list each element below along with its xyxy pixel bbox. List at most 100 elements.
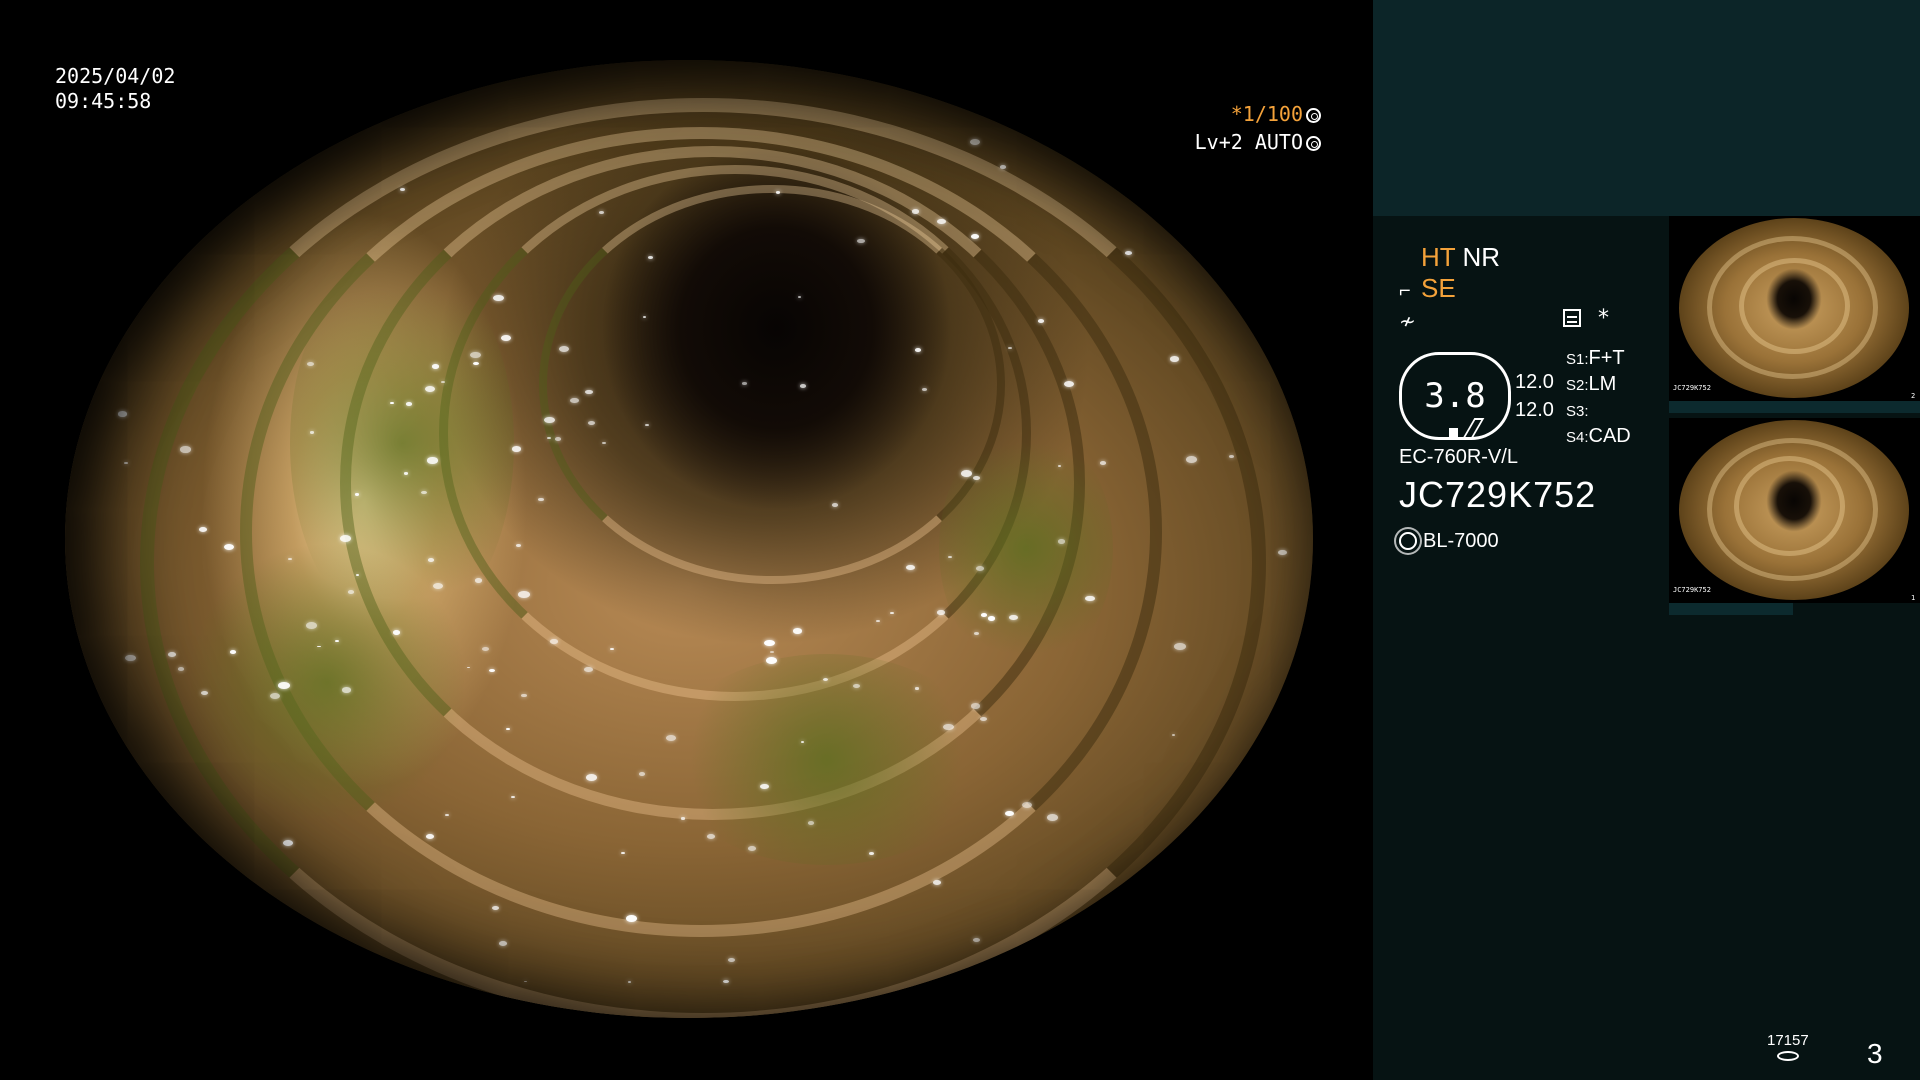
specular-highlight [625, 915, 637, 922]
image-mask-top [0, 0, 1373, 60]
specular-highlight [342, 687, 352, 693]
specular-highlight [620, 851, 626, 855]
specular-highlight [960, 470, 972, 477]
shutter-speed: *1/100 [1230, 102, 1303, 126]
specular-highlight [283, 839, 293, 846]
image-mask-bottom [0, 1018, 1373, 1080]
specular-highlight [512, 446, 522, 452]
specular-highlight [167, 651, 176, 657]
specular-highlight [537, 497, 544, 502]
specular-highlight [868, 851, 874, 855]
specular-highlight [1085, 595, 1095, 602]
specular-highlight [1278, 549, 1287, 555]
thumbnail-image [1679, 218, 1909, 398]
specular-highlight [975, 565, 985, 571]
thumbnail-serial: JC729K752 [1673, 384, 1711, 392]
specular-highlight [1046, 813, 1058, 821]
specular-highlight [229, 650, 236, 654]
switch-row: S4:CAD [1566, 425, 1631, 447]
specular-highlight [482, 646, 489, 651]
time-text: 09:45:58 [55, 89, 152, 113]
gauge-values: 12.0 12.0 [1515, 368, 1554, 424]
exposure-readout: *1/100 Lv+2 AUTO [1061, 100, 1321, 156]
specular-highlight [521, 693, 527, 698]
specular-highlight [392, 629, 401, 635]
light-source-model: BL-7000 [1423, 530, 1499, 552]
structure-enhance-icon [1563, 309, 1581, 327]
specular-highlight [118, 411, 127, 417]
specular-highlight [198, 527, 207, 532]
specular-highlight [406, 402, 412, 406]
specular-highlight [988, 616, 996, 621]
zoom-gauge: 3.8 [1399, 352, 1511, 440]
specular-highlight [355, 493, 360, 496]
specular-highlight [491, 905, 499, 910]
specular-highlight [1174, 642, 1187, 650]
storage-counter: 17157 [1767, 1032, 1809, 1061]
specular-highlight [742, 382, 747, 385]
specular-highlight [432, 583, 443, 590]
light-source-icon [1399, 532, 1417, 550]
specular-highlight [911, 209, 920, 214]
specular-highlight [427, 457, 438, 464]
zoom-value: 3.8 [1424, 376, 1486, 416]
thumbnail-bar [1669, 401, 1920, 413]
specular-highlight [602, 441, 606, 444]
specular-highlight [764, 639, 775, 646]
specular-highlight [999, 164, 1007, 169]
specular-highlight [937, 610, 945, 615]
specular-highlight [1057, 539, 1065, 544]
storage-count: 17157 [1767, 1032, 1809, 1049]
specular-highlight [473, 361, 479, 365]
capture-thumbnail[interactable]: JC729K752 1 [1669, 418, 1920, 603]
storage-disk-icon [1776, 1051, 1799, 1061]
specular-highlight [792, 627, 803, 634]
specular-highlight [339, 535, 351, 542]
freeze-icon: ≁ [1399, 311, 1416, 333]
specular-highlight [510, 795, 515, 799]
specular-highlight [501, 334, 512, 341]
capture-thumbnail[interactable]: JC729K752 2 [1669, 216, 1920, 401]
page-number: 3 [1867, 1038, 1883, 1069]
mucosal-fold [539, 184, 1005, 584]
specular-highlight [180, 446, 191, 453]
specular-highlight [1125, 250, 1132, 255]
endoscopic-image [65, 60, 1313, 1018]
endoscopy-monitor: 2025/04/02 09:45:58 *1/100 Lv+2 AUTO HT … [0, 0, 1920, 1080]
specular-highlight [305, 622, 317, 629]
mode-nr: NR [1462, 242, 1500, 272]
thumbnail-serial: JC729K752 [1673, 586, 1711, 594]
specular-highlight [969, 138, 980, 145]
specular-highlight [583, 666, 593, 673]
specular-highlight [124, 461, 129, 464]
specular-highlight [1229, 454, 1235, 458]
gauge-value-1: 12.0 [1515, 371, 1554, 393]
specular-highlight [666, 734, 677, 741]
switch-row: S2:LM [1566, 373, 1617, 395]
specular-highlight [610, 647, 614, 650]
date-text: 2025/04/02 [55, 64, 176, 88]
residue-patch [664, 653, 989, 865]
light-source: BL-7000 [1399, 530, 1499, 553]
brightness-level: Lv+2 [1194, 130, 1243, 154]
imaging-modes: HT NR ⌐ SE ≁ [1399, 242, 1500, 335]
structure-settings: * [1563, 306, 1609, 331]
scope-model: EC-760R-V/L [1399, 446, 1518, 468]
info-panel: HT NR ⌐ SE ≁ * 3.8 12.0 12.0 S1:F+T S2:LM [1373, 0, 1920, 1080]
specular-highlight [914, 687, 919, 690]
switch-row: S3: [1566, 403, 1589, 420]
specular-highlight [770, 650, 775, 653]
scope-switch-assignments: S1:F+T S2:LM S3: S4:CAD [1566, 346, 1631, 450]
aperture-icon [1306, 108, 1321, 123]
structure-symbol: * [1598, 306, 1609, 331]
specular-highlight [200, 690, 208, 695]
specular-highlight [288, 557, 293, 560]
specular-highlight [474, 578, 483, 583]
specular-highlight [277, 681, 290, 689]
switch-row: S1:F+T [1566, 347, 1625, 369]
residue-patch [189, 539, 465, 827]
specular-highlight [638, 772, 645, 776]
specular-highlight [832, 503, 839, 507]
specular-highlight [1005, 811, 1014, 816]
specular-highlight [550, 638, 558, 644]
